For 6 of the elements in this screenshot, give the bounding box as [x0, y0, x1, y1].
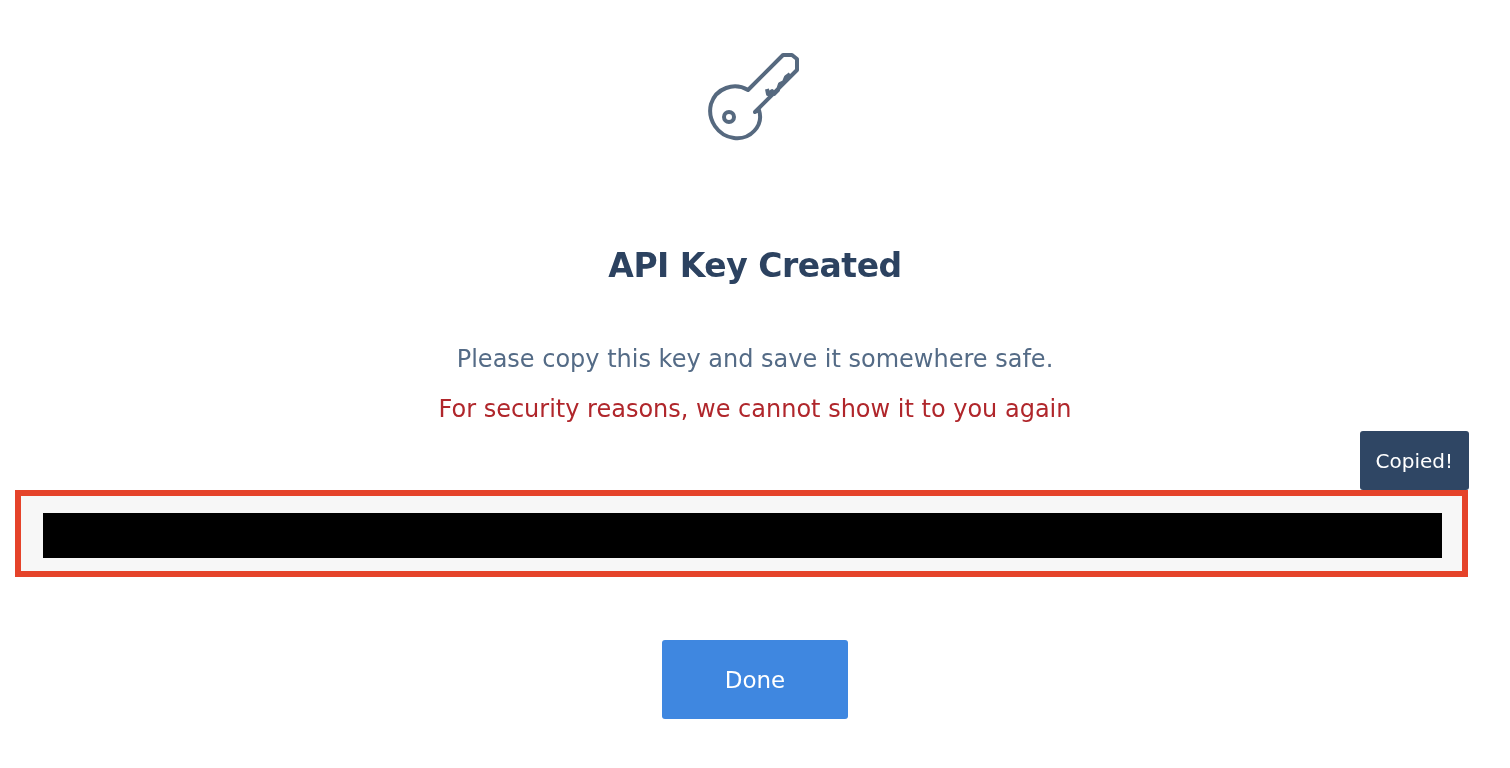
instruction-text: Please copy this key and save it somewhere safe.	[456, 345, 1054, 373]
dialog-title: API Key Created	[608, 246, 902, 285]
done-button[interactable]: Done	[662, 640, 848, 719]
warning-text: For security reasons, we cannot show it to you again	[438, 395, 1072, 423]
copied-tooltip: Copied!	[1359, 431, 1469, 490]
api-key-field[interactable]	[15, 490, 1468, 577]
